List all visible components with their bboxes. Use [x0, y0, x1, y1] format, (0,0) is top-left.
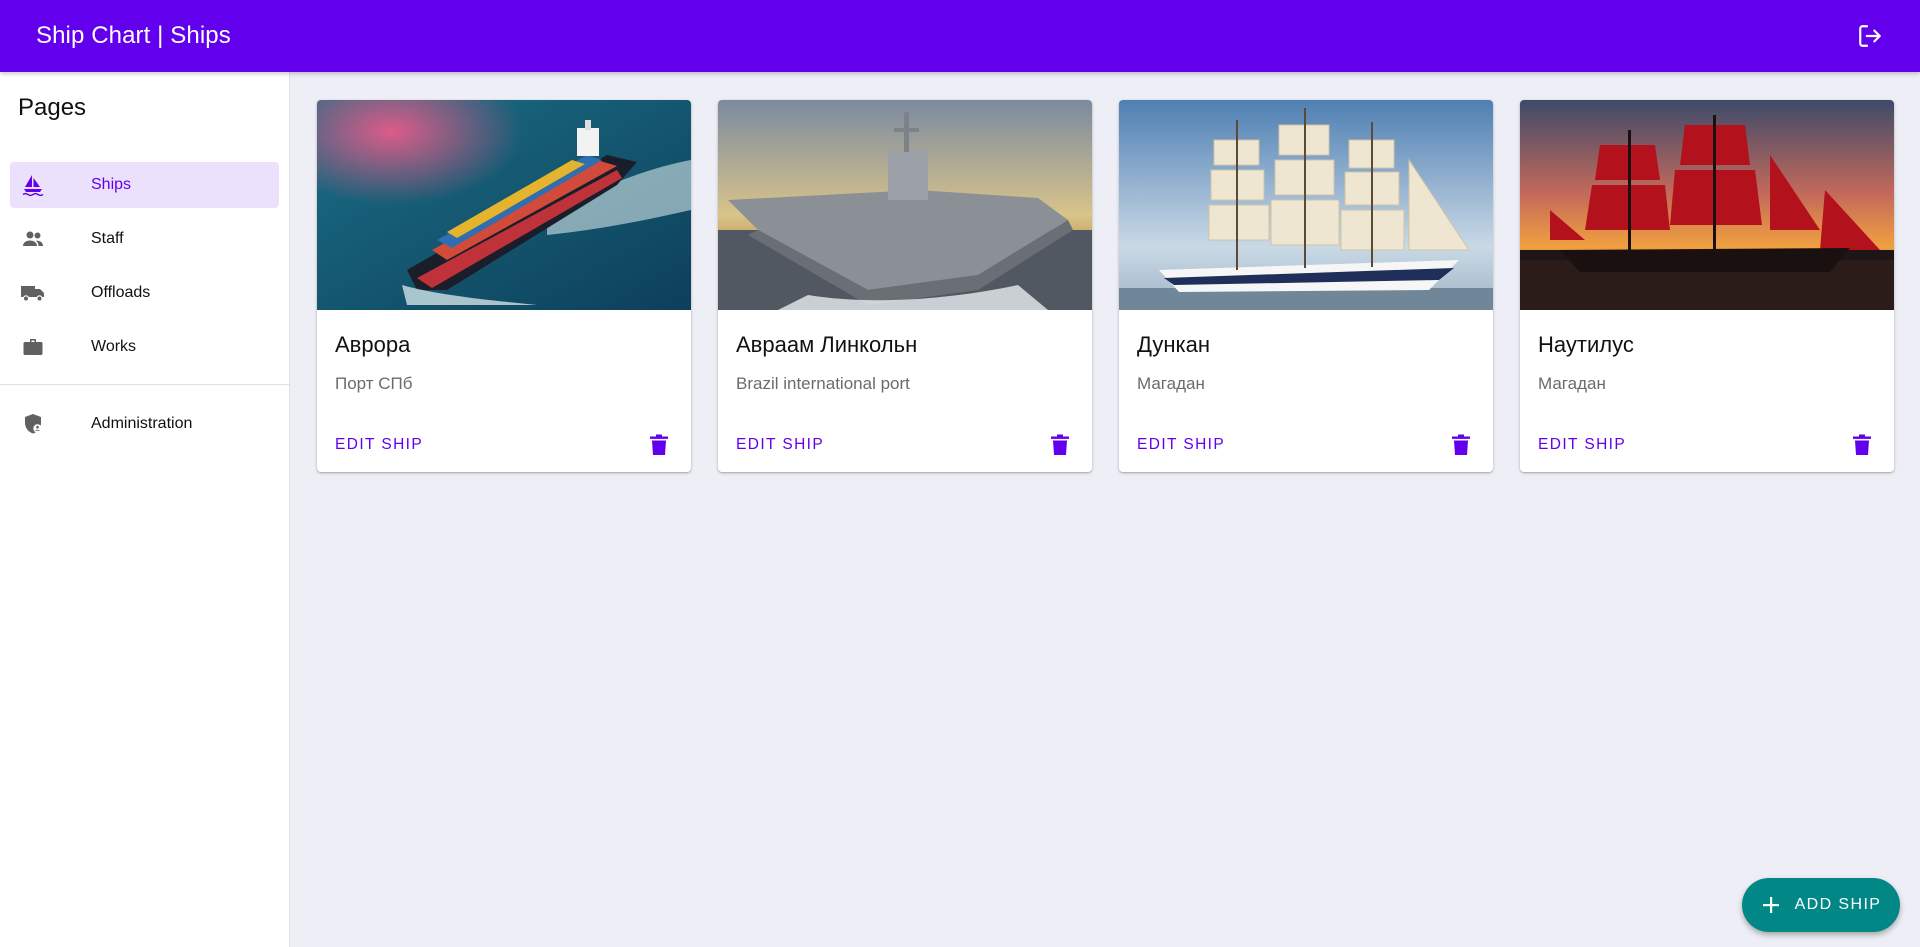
sidebar-heading: Pages: [18, 94, 87, 121]
ship-card-list: Аврора Порт СПб EDIT SHIP Авраам Линколь…: [317, 100, 1920, 472]
sailboat-icon: [20, 172, 46, 198]
admin-shield-icon: [20, 411, 46, 437]
sidebar-item-ships[interactable]: Ships: [10, 162, 279, 208]
app-bar: Ship Chart | Ships: [0, 0, 1920, 72]
add-ship-label: ADD SHIP: [1794, 896, 1882, 913]
ship-port: Магадан: [1137, 374, 1205, 393]
truck-icon: [20, 280, 46, 306]
logout-icon: [1859, 25, 1881, 47]
ship-port: Магадан: [1538, 374, 1606, 393]
ship-name: Наутилус: [1538, 332, 1634, 357]
delete-ship-button[interactable]: [1040, 425, 1080, 465]
people-icon: [20, 226, 46, 252]
sidebar-item-label: Works: [91, 338, 137, 355]
edit-ship-button[interactable]: EDIT SHIP: [1538, 428, 1626, 462]
briefcase-icon: [20, 334, 46, 360]
logout-button[interactable]: [1846, 12, 1894, 60]
add-ship-button[interactable]: ADD SHIP: [1742, 878, 1900, 932]
red-sails-ship-photo: [1520, 100, 1894, 310]
sidebar-item-administration[interactable]: Administration: [10, 401, 279, 447]
sidebar: Pages Ships Staff Offloads Works Adminis…: [0, 72, 290, 947]
edit-ship-button[interactable]: EDIT SHIP: [335, 428, 423, 462]
sidebar-divider: [0, 384, 289, 385]
trash-icon: [1452, 434, 1470, 455]
delete-ship-button[interactable]: [1842, 425, 1882, 465]
sidebar-item-staff[interactable]: Staff: [10, 216, 279, 262]
edit-ship-button[interactable]: EDIT SHIP: [1137, 428, 1225, 462]
sailing-ship-photo: [1119, 100, 1493, 310]
trash-icon: [1853, 434, 1871, 455]
plus-icon: [1762, 897, 1779, 913]
sidebar-item-label: Administration: [91, 415, 193, 432]
cargo-ship-photo: [317, 100, 691, 310]
ship-name: Аврора: [335, 332, 411, 357]
delete-ship-button[interactable]: [1441, 425, 1481, 465]
ship-name: Авраам Линкольн: [736, 332, 918, 357]
ship-card: Дункан Магадан EDIT SHIP: [1119, 100, 1493, 472]
edit-ship-button[interactable]: EDIT SHIP: [736, 428, 824, 462]
ship-card: Авраам Линкольн Brazil international por…: [718, 100, 1092, 472]
sidebar-item-label: Ships: [91, 176, 132, 193]
ship-port: Порт СПб: [335, 374, 413, 393]
sidebar-item-label: Staff: [91, 230, 124, 247]
ship-card: Наутилус Магадан EDIT SHIP: [1520, 100, 1894, 472]
delete-ship-button[interactable]: [639, 425, 679, 465]
sidebar-item-works[interactable]: Works: [10, 324, 279, 370]
sidebar-item-offloads[interactable]: Offloads: [10, 270, 279, 316]
trash-icon: [650, 434, 668, 455]
ship-name: Дункан: [1137, 332, 1211, 357]
warship-photo: [718, 100, 1092, 310]
page-title: Ship Chart | Ships: [36, 22, 231, 49]
trash-icon: [1051, 434, 1069, 455]
main-content: Аврора Порт СПб EDIT SHIP Авраам Линколь…: [290, 72, 1920, 947]
ship-card: Аврора Порт СПб EDIT SHIP: [317, 100, 691, 472]
sidebar-item-label: Offloads: [91, 284, 151, 301]
ship-port: Brazil international port: [736, 374, 910, 393]
